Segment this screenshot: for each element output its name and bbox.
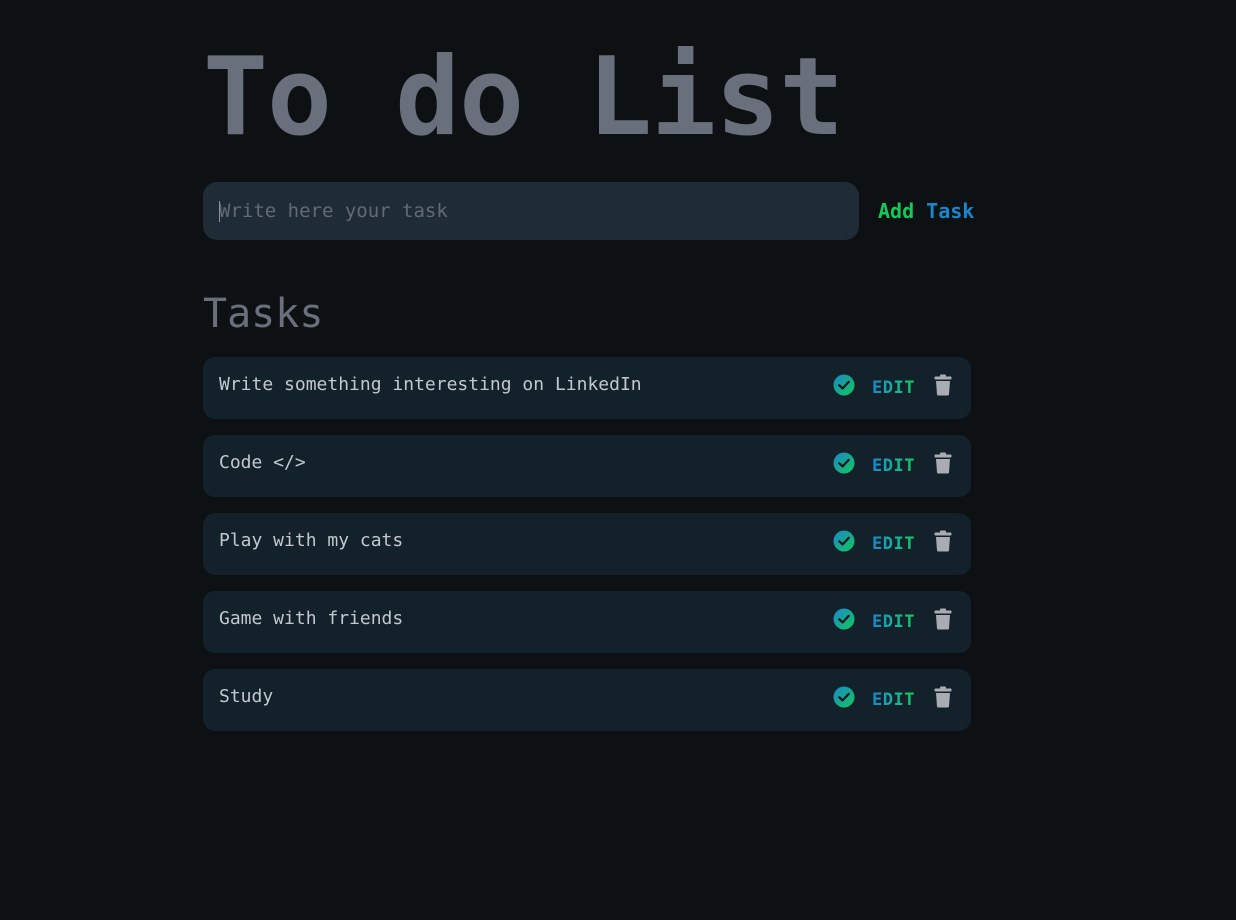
edit-label: EDIT [872,612,915,632]
task-item: Write something interesting on LinkedIn … [203,357,971,419]
add-task-button[interactable]: Add Task [874,196,978,226]
delete-task-button[interactable] [934,530,952,552]
check-circle-icon [833,686,855,708]
edit-label: EDIT [872,378,915,398]
trash-icon [934,608,952,630]
task-item: Game with friends EDIT [203,591,971,653]
edit-label: EDIT [872,456,915,476]
edit-task-button[interactable]: EDIT [870,376,917,400]
edit-task-button[interactable]: EDIT [870,532,917,556]
edit-task-button[interactable]: EDIT [870,454,917,478]
edit-task-button[interactable]: EDIT [870,688,917,712]
add-task-label-task: Task [926,199,975,223]
task-text: Game with friends [219,608,404,629]
task-text: Code </> [219,452,306,473]
task-input[interactable] [203,182,859,240]
task-text: Play with my cats [219,530,404,551]
check-circle-icon [833,530,855,552]
complete-task-button[interactable] [833,686,855,708]
trash-icon [934,530,952,552]
trash-icon [934,686,952,708]
task-list: Write something interesting on LinkedIn … [203,357,971,747]
check-circle-icon [833,608,855,630]
check-circle-icon [833,374,855,396]
add-task-label-add: Add [878,199,915,223]
delete-task-button[interactable] [934,374,952,396]
edit-label: EDIT [872,534,915,554]
task-text: Study [219,686,274,707]
trash-icon [934,374,952,396]
text-cursor [219,201,220,222]
new-task-form: Add Task [203,182,974,240]
page-title: To do List [203,35,844,160]
edit-label: EDIT [872,690,915,710]
delete-task-button[interactable] [934,608,952,630]
complete-task-button[interactable] [833,530,855,552]
trash-icon [934,452,952,474]
complete-task-button[interactable] [833,608,855,630]
task-text: Write something interesting on LinkedIn [219,374,642,395]
check-circle-icon [833,452,855,474]
task-item: Code </> EDIT [203,435,971,497]
delete-task-button[interactable] [934,452,952,474]
edit-task-button[interactable]: EDIT [870,610,917,634]
delete-task-button[interactable] [934,686,952,708]
complete-task-button[interactable] [833,452,855,474]
tasks-heading: Tasks [203,291,324,337]
task-item: Study EDIT [203,669,971,731]
complete-task-button[interactable] [833,374,855,396]
task-item: Play with my cats EDIT [203,513,971,575]
